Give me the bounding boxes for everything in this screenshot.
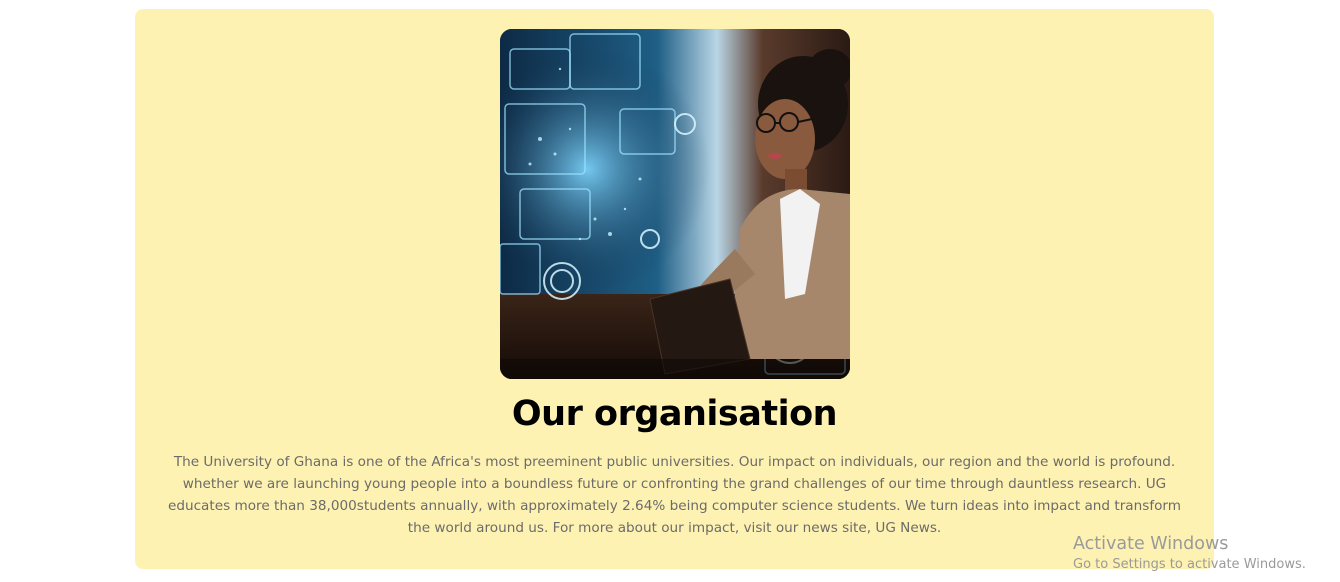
watermark-subtitle: Go to Settings to activate Windows.: [1073, 557, 1306, 572]
organisation-photo: [500, 29, 850, 379]
watermark-title: Activate Windows: [1073, 534, 1229, 554]
page-title: Our organisation: [511, 394, 838, 434]
organisation-card: Our organisation The University of Ghana…: [135, 9, 1214, 569]
organisation-description: The University of Ghana is one of the Af…: [167, 454, 1182, 536]
page: Our organisation The University of Ghana…: [0, 0, 1340, 582]
activate-windows-watermark: Activate Windows Go to Settings to activ…: [1073, 532, 1306, 574]
